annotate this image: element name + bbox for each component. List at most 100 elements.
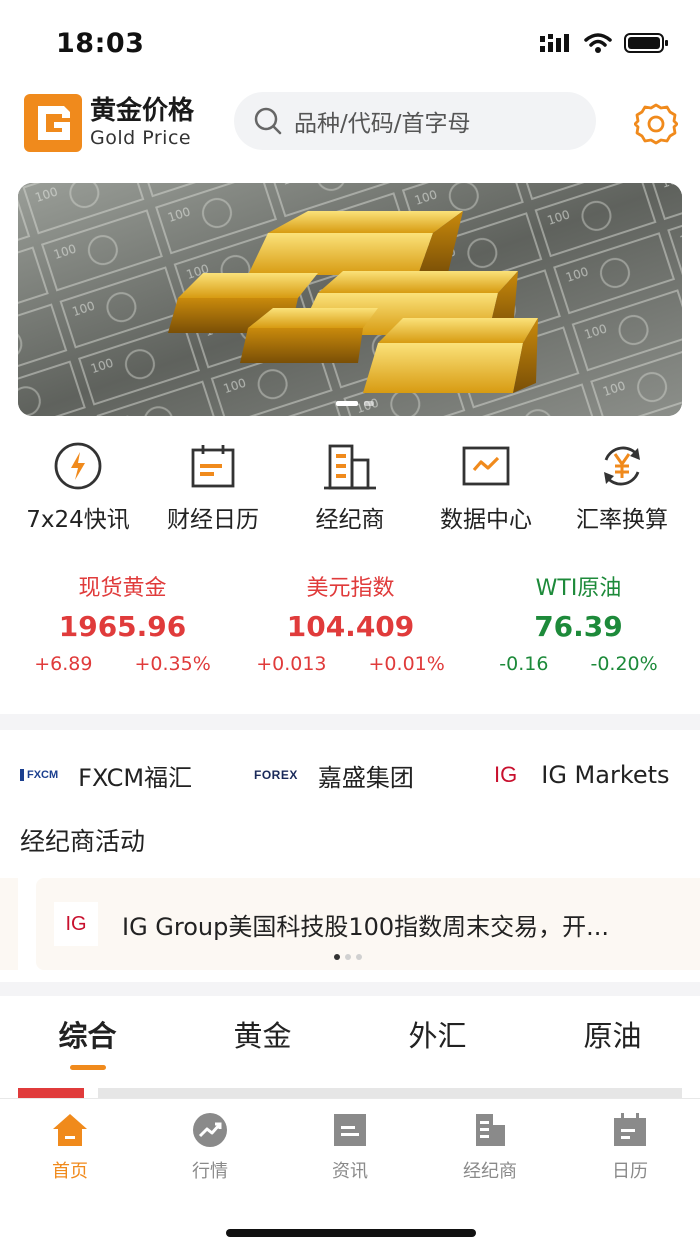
building-icon (324, 444, 376, 490)
nav-news[interactable]: 资讯 (280, 1111, 420, 1183)
shortcut-label: 数据中心 (440, 507, 532, 533)
ig-logo: IG (54, 902, 98, 946)
nav-label: 首页 (52, 1161, 88, 1182)
broker-name: IG Markets (541, 761, 670, 789)
shortcut-label: 财经日历 (167, 507, 259, 533)
active-tab-indicator (70, 1065, 106, 1070)
search-icon (254, 107, 282, 135)
activity-dot-active (334, 954, 340, 960)
quote-price: 1965.96 (58, 610, 187, 643)
quote-spot-gold[interactable]: 现货黄金 1965.96 +6.89 +0.35% (6, 570, 239, 675)
nav-calendar[interactable]: 日历 (560, 1111, 700, 1183)
home-icon (53, 1114, 87, 1146)
section-divider (0, 982, 700, 996)
status-icons (540, 32, 670, 54)
forex-logo: FOREX (254, 768, 298, 782)
wifi-icon (584, 33, 612, 53)
tab-gold[interactable]: 黄金 (175, 1013, 350, 1055)
promo-banner[interactable]: 100 (18, 183, 682, 416)
lightning-icon (54, 442, 102, 490)
ig-logo: IG (494, 762, 518, 787)
shortcut-brokers[interactable]: 经纪商 (280, 440, 420, 534)
logo-mark-icon (24, 94, 82, 152)
news-badge (18, 1088, 84, 1098)
banner-dot-active (336, 401, 358, 406)
quote-name: WTI原油 (535, 576, 622, 601)
quote-change-pct: +0.01% (368, 653, 445, 675)
news-line (98, 1088, 682, 1098)
activity-pagination (334, 954, 362, 960)
tab-forex[interactable]: 外汇 (350, 1013, 525, 1055)
app-name-cn: 黄金价格 (90, 96, 195, 126)
news-tabs: 综合 黄金 外汇 原油 (0, 1005, 700, 1075)
nav-brokers[interactable]: 经纪商 (420, 1111, 560, 1183)
chart-icon (462, 446, 510, 486)
shortcut-calendar[interactable]: 财经日历 (143, 440, 283, 534)
quote-name: 现货黄金 (78, 576, 167, 601)
bottom-navigation: 首页 行情 资讯 经纪商 日历 (0, 1098, 700, 1244)
quote-wti-oil[interactable]: WTI原油 76.39 -0.16 -0.20% (462, 570, 695, 675)
quote-change: +0.013 (256, 653, 327, 675)
quote-price: 104.409 (286, 610, 415, 643)
calendar-icon (614, 1113, 646, 1146)
tab-crude-oil[interactable]: 原油 (525, 1013, 700, 1055)
trend-icon (193, 1113, 227, 1147)
status-bar: 18:03 (0, 0, 700, 86)
nav-label: 行情 (192, 1161, 228, 1182)
shortcut-flash-news[interactable]: 7x24快讯 (8, 440, 148, 534)
battery-icon (624, 33, 668, 53)
status-time: 18:03 (56, 28, 145, 59)
shortcut-label: 经纪商 (315, 507, 385, 533)
activity-dot (356, 954, 362, 960)
banner-dot (364, 401, 374, 406)
shortcut-data-center[interactable]: 数据中心 (416, 440, 556, 534)
fxcm-logo: FXCM (20, 769, 58, 781)
activity-card-prev (0, 878, 18, 970)
quote-name: 美元指数 (306, 576, 395, 601)
calendar-icon (191, 445, 235, 488)
broker-name: FXCM福汇 (78, 763, 193, 792)
activity-dot (345, 954, 351, 960)
settings-button[interactable] (633, 102, 679, 146)
quote-usd-index[interactable]: 美元指数 104.409 +0.013 +0.01% (234, 570, 467, 675)
section-divider (0, 714, 700, 730)
shortcut-label: 汇率换算 (576, 507, 668, 533)
broker-name: 嘉盛集团 (317, 763, 414, 792)
shortcut-row: 7x24快讯 财经日历 经纪商 数据中心 汇率换算 (0, 440, 700, 540)
broker-ig[interactable]: IG IG Markets (494, 745, 670, 805)
building-icon (476, 1114, 505, 1146)
quote-price: 76.39 (534, 610, 623, 643)
news-icon (334, 1114, 366, 1146)
quote-change-pct: -0.20% (590, 653, 658, 675)
banner-pagination (336, 401, 374, 406)
market-quotes: 现货黄金 1965.96 +6.89 +0.35% 美元指数 104.409 +… (0, 570, 700, 680)
broker-strip: FXCM FXCM福汇 FOREX 嘉盛集团 IG IG Markets (0, 745, 700, 805)
app-logo[interactable]: 黄金价格 Gold Price (24, 94, 194, 152)
search-input[interactable]: 品种/代码/首字母 (234, 92, 596, 150)
quote-change: +6.89 (34, 653, 93, 675)
tab-general[interactable]: 综合 (0, 1013, 175, 1055)
nav-home[interactable]: 首页 (0, 1111, 140, 1183)
cellular-signal-icon (540, 34, 569, 52)
gold-bars-image: 100 (18, 183, 682, 416)
news-list-peek (18, 1088, 682, 1098)
nav-label: 日历 (612, 1161, 648, 1182)
broker-fxcm[interactable]: FXCM FXCM福汇 (20, 745, 192, 805)
shortcut-currency-converter[interactable]: 汇率换算 (552, 440, 692, 534)
activity-headline: IG Group美国科技股100指数周末交易，开... (122, 912, 610, 941)
search-placeholder: 品种/代码/首字母 (294, 111, 471, 137)
nav-label: 经纪商 (463, 1161, 517, 1182)
nav-market[interactable]: 行情 (140, 1111, 280, 1183)
app-header: 黄金价格 Gold Price 品种/代码/首字母 (0, 86, 700, 162)
quote-change: -0.16 (499, 653, 549, 675)
app-name-en: Gold Price (90, 127, 192, 149)
broker-forex[interactable]: FOREX 嘉盛集团 (254, 745, 414, 805)
quote-change-pct: +0.35% (134, 653, 211, 675)
currency-exchange-icon (604, 446, 640, 486)
home-indicator[interactable] (226, 1229, 476, 1237)
broker-activity-card[interactable]: IG IG Group美国科技股100指数周末交易，开... (36, 878, 700, 970)
shortcut-label: 7x24快讯 (26, 507, 130, 533)
nav-label: 资讯 (332, 1161, 368, 1182)
broker-activity-title: 经纪商活动 (20, 827, 146, 856)
gear-icon (633, 103, 679, 145)
